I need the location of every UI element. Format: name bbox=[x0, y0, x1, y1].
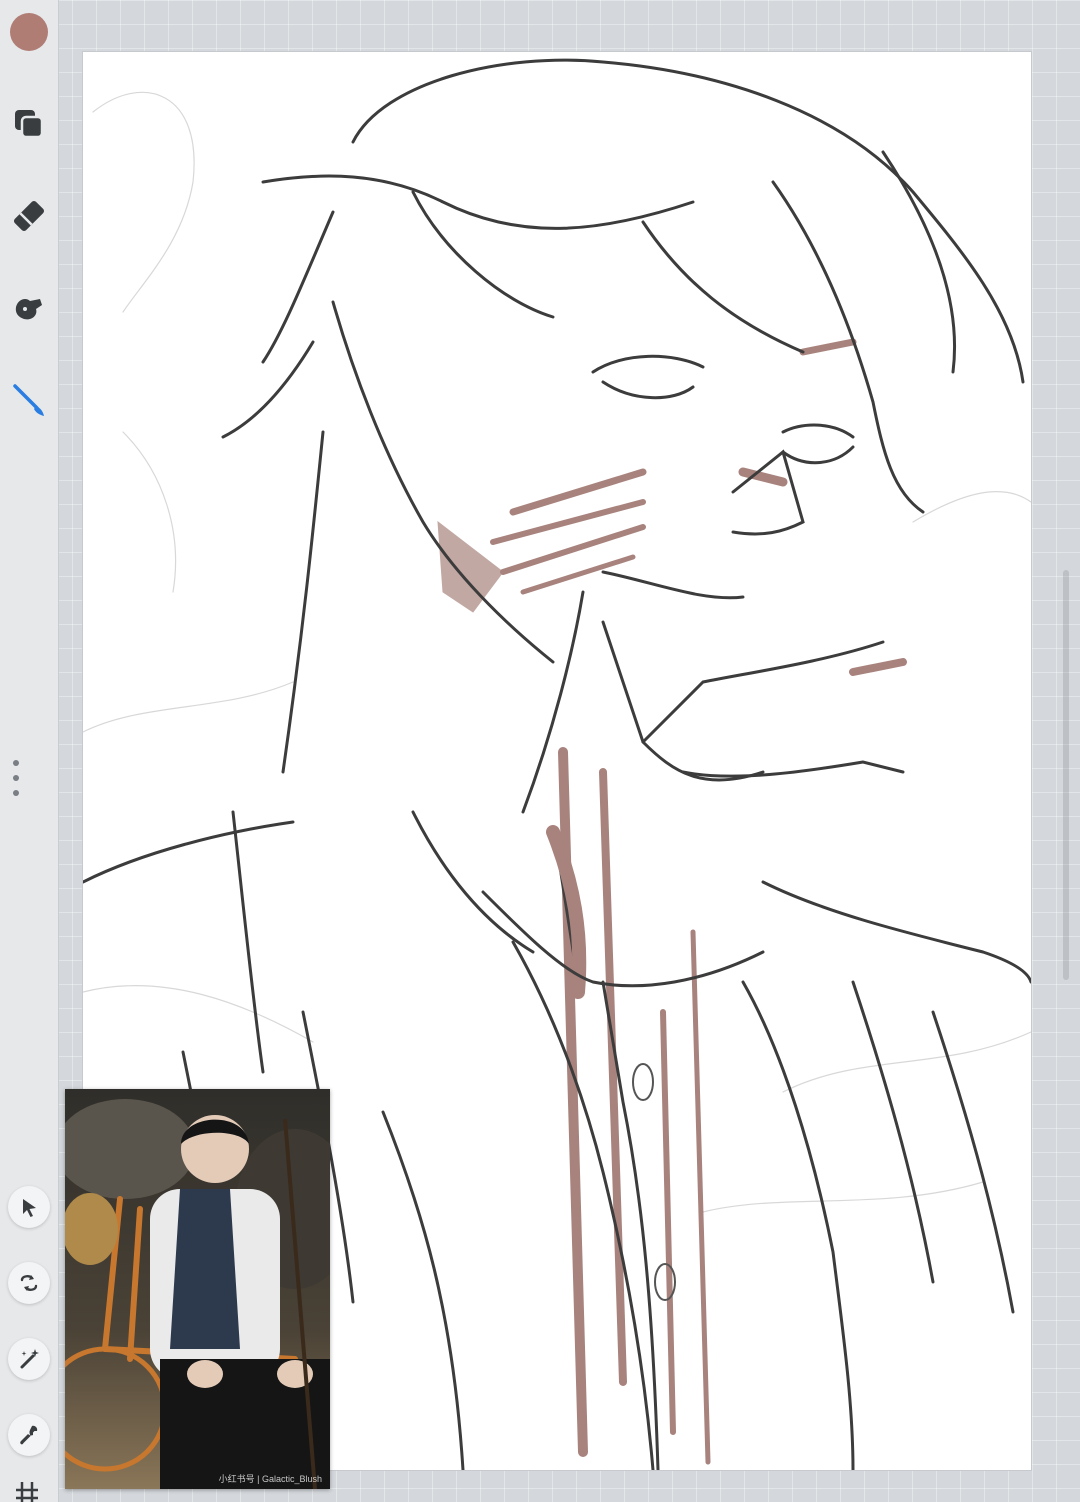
layers-button[interactable] bbox=[8, 103, 50, 145]
transform-icon bbox=[20, 1275, 38, 1291]
select-button[interactable] bbox=[8, 1186, 50, 1228]
actions-button[interactable] bbox=[8, 1414, 50, 1456]
smudge-icon bbox=[15, 299, 42, 320]
wrench-icon bbox=[20, 1425, 38, 1445]
handle-dot bbox=[13, 775, 19, 781]
eraser-icon bbox=[13, 200, 45, 232]
sidebar-handle[interactable] bbox=[10, 760, 22, 796]
adjustments-button[interactable] bbox=[8, 1338, 50, 1380]
current-color-swatch[interactable] bbox=[10, 13, 48, 51]
eraser-button[interactable] bbox=[8, 195, 50, 237]
reference-photo bbox=[65, 1089, 330, 1489]
handle-dot bbox=[13, 790, 19, 796]
layers-icon bbox=[15, 110, 44, 139]
brush-icon bbox=[13, 384, 44, 416]
handle-dot bbox=[13, 760, 19, 766]
magic-wand-icon bbox=[20, 1349, 39, 1369]
cut-off-tool[interactable] bbox=[10, 1476, 46, 1502]
reference-caption: 小红书号 | Galactic_Blush bbox=[218, 1474, 322, 1484]
left-toolbar bbox=[0, 0, 59, 1502]
reference-photo-panel[interactable]: 小红书号 | Galactic_Blush bbox=[65, 1089, 330, 1489]
brush-button[interactable] bbox=[8, 379, 50, 421]
canvas-scrollbar[interactable] bbox=[1063, 570, 1069, 980]
arrow-cursor-icon bbox=[23, 1199, 36, 1217]
smudge-button[interactable] bbox=[8, 287, 50, 329]
grid-icon bbox=[16, 1482, 38, 1502]
transform-button[interactable] bbox=[8, 1262, 50, 1304]
